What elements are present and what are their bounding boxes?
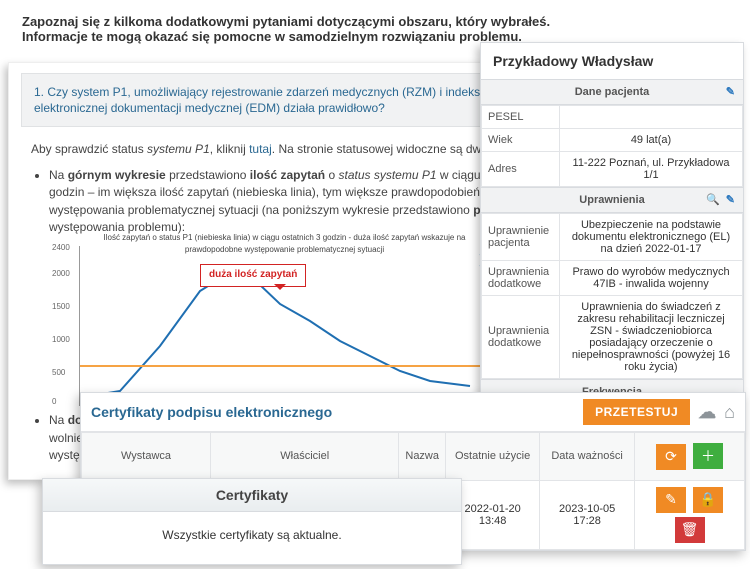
patient-data-header: Dane pacjenta (481, 79, 743, 105)
cert-status-toast: Certyfikaty Wszystkie certyfikaty są akt… (42, 478, 462, 565)
table-row: PESEL (482, 106, 743, 129)
test-button[interactable]: PRZETESTUJ (583, 399, 690, 425)
patient-name: Przykładowy Władysław (481, 43, 743, 79)
refresh-button[interactable]: ⟳ (656, 444, 686, 470)
home-icon[interactable]: ⌂ (724, 402, 735, 423)
status-link[interactable]: tutaj (249, 142, 272, 156)
toast-body: Wszystkie certyfikaty są aktualne. (43, 512, 461, 548)
entitlements-header: Uprawnienia (481, 187, 743, 213)
edit-cert-button[interactable]: ✎ (656, 487, 686, 513)
certificates-title: Certyfikaty podpisu elektronicznego (91, 404, 332, 420)
table-row: Adres11-222 Poznań, ul. Przykładowa 1/1 (482, 152, 743, 187)
toast-title: Certyfikaty (43, 479, 461, 512)
table-row: Wiek49 lat(a) (482, 129, 743, 152)
table-row: Uprawnienia dodatkoweUprawnienia do świa… (482, 296, 743, 379)
delete-cert-button[interactable]: 🗑 (675, 517, 705, 543)
cloud-icon[interactable]: ☁ (698, 402, 716, 423)
entitlements-table: Uprawnienie pacjentaUbezpieczenie na pod… (481, 213, 743, 379)
patient-data-table: PESEL Wiek49 lat(a) Adres11-222 Poznań, … (481, 105, 743, 187)
table-row: Uprawnienia dodatkowePrawo do wyrobów me… (482, 261, 743, 296)
status-chart: Ilość zapytań o status P1 (niebieska lin… (79, 246, 489, 406)
add-button[interactable]: ＋ (693, 443, 723, 469)
table-header-row: Wystawca Właściciel Nazwa Ostatnie użyci… (82, 433, 745, 481)
table-row: Uprawnienie pacjentaUbezpieczenie na pod… (482, 214, 743, 261)
helper-line (80, 365, 489, 367)
edit-patient-icon[interactable] (726, 85, 735, 98)
patient-card: Przykładowy Władysław Dane pacjenta PESE… (480, 42, 744, 433)
search-entitlements-icon[interactable] (706, 193, 720, 206)
edit-entitlements-icon[interactable] (726, 193, 735, 206)
lock-cert-button[interactable]: 🔒 (693, 487, 723, 513)
chart-callout: duża ilość zapytań (200, 264, 306, 287)
